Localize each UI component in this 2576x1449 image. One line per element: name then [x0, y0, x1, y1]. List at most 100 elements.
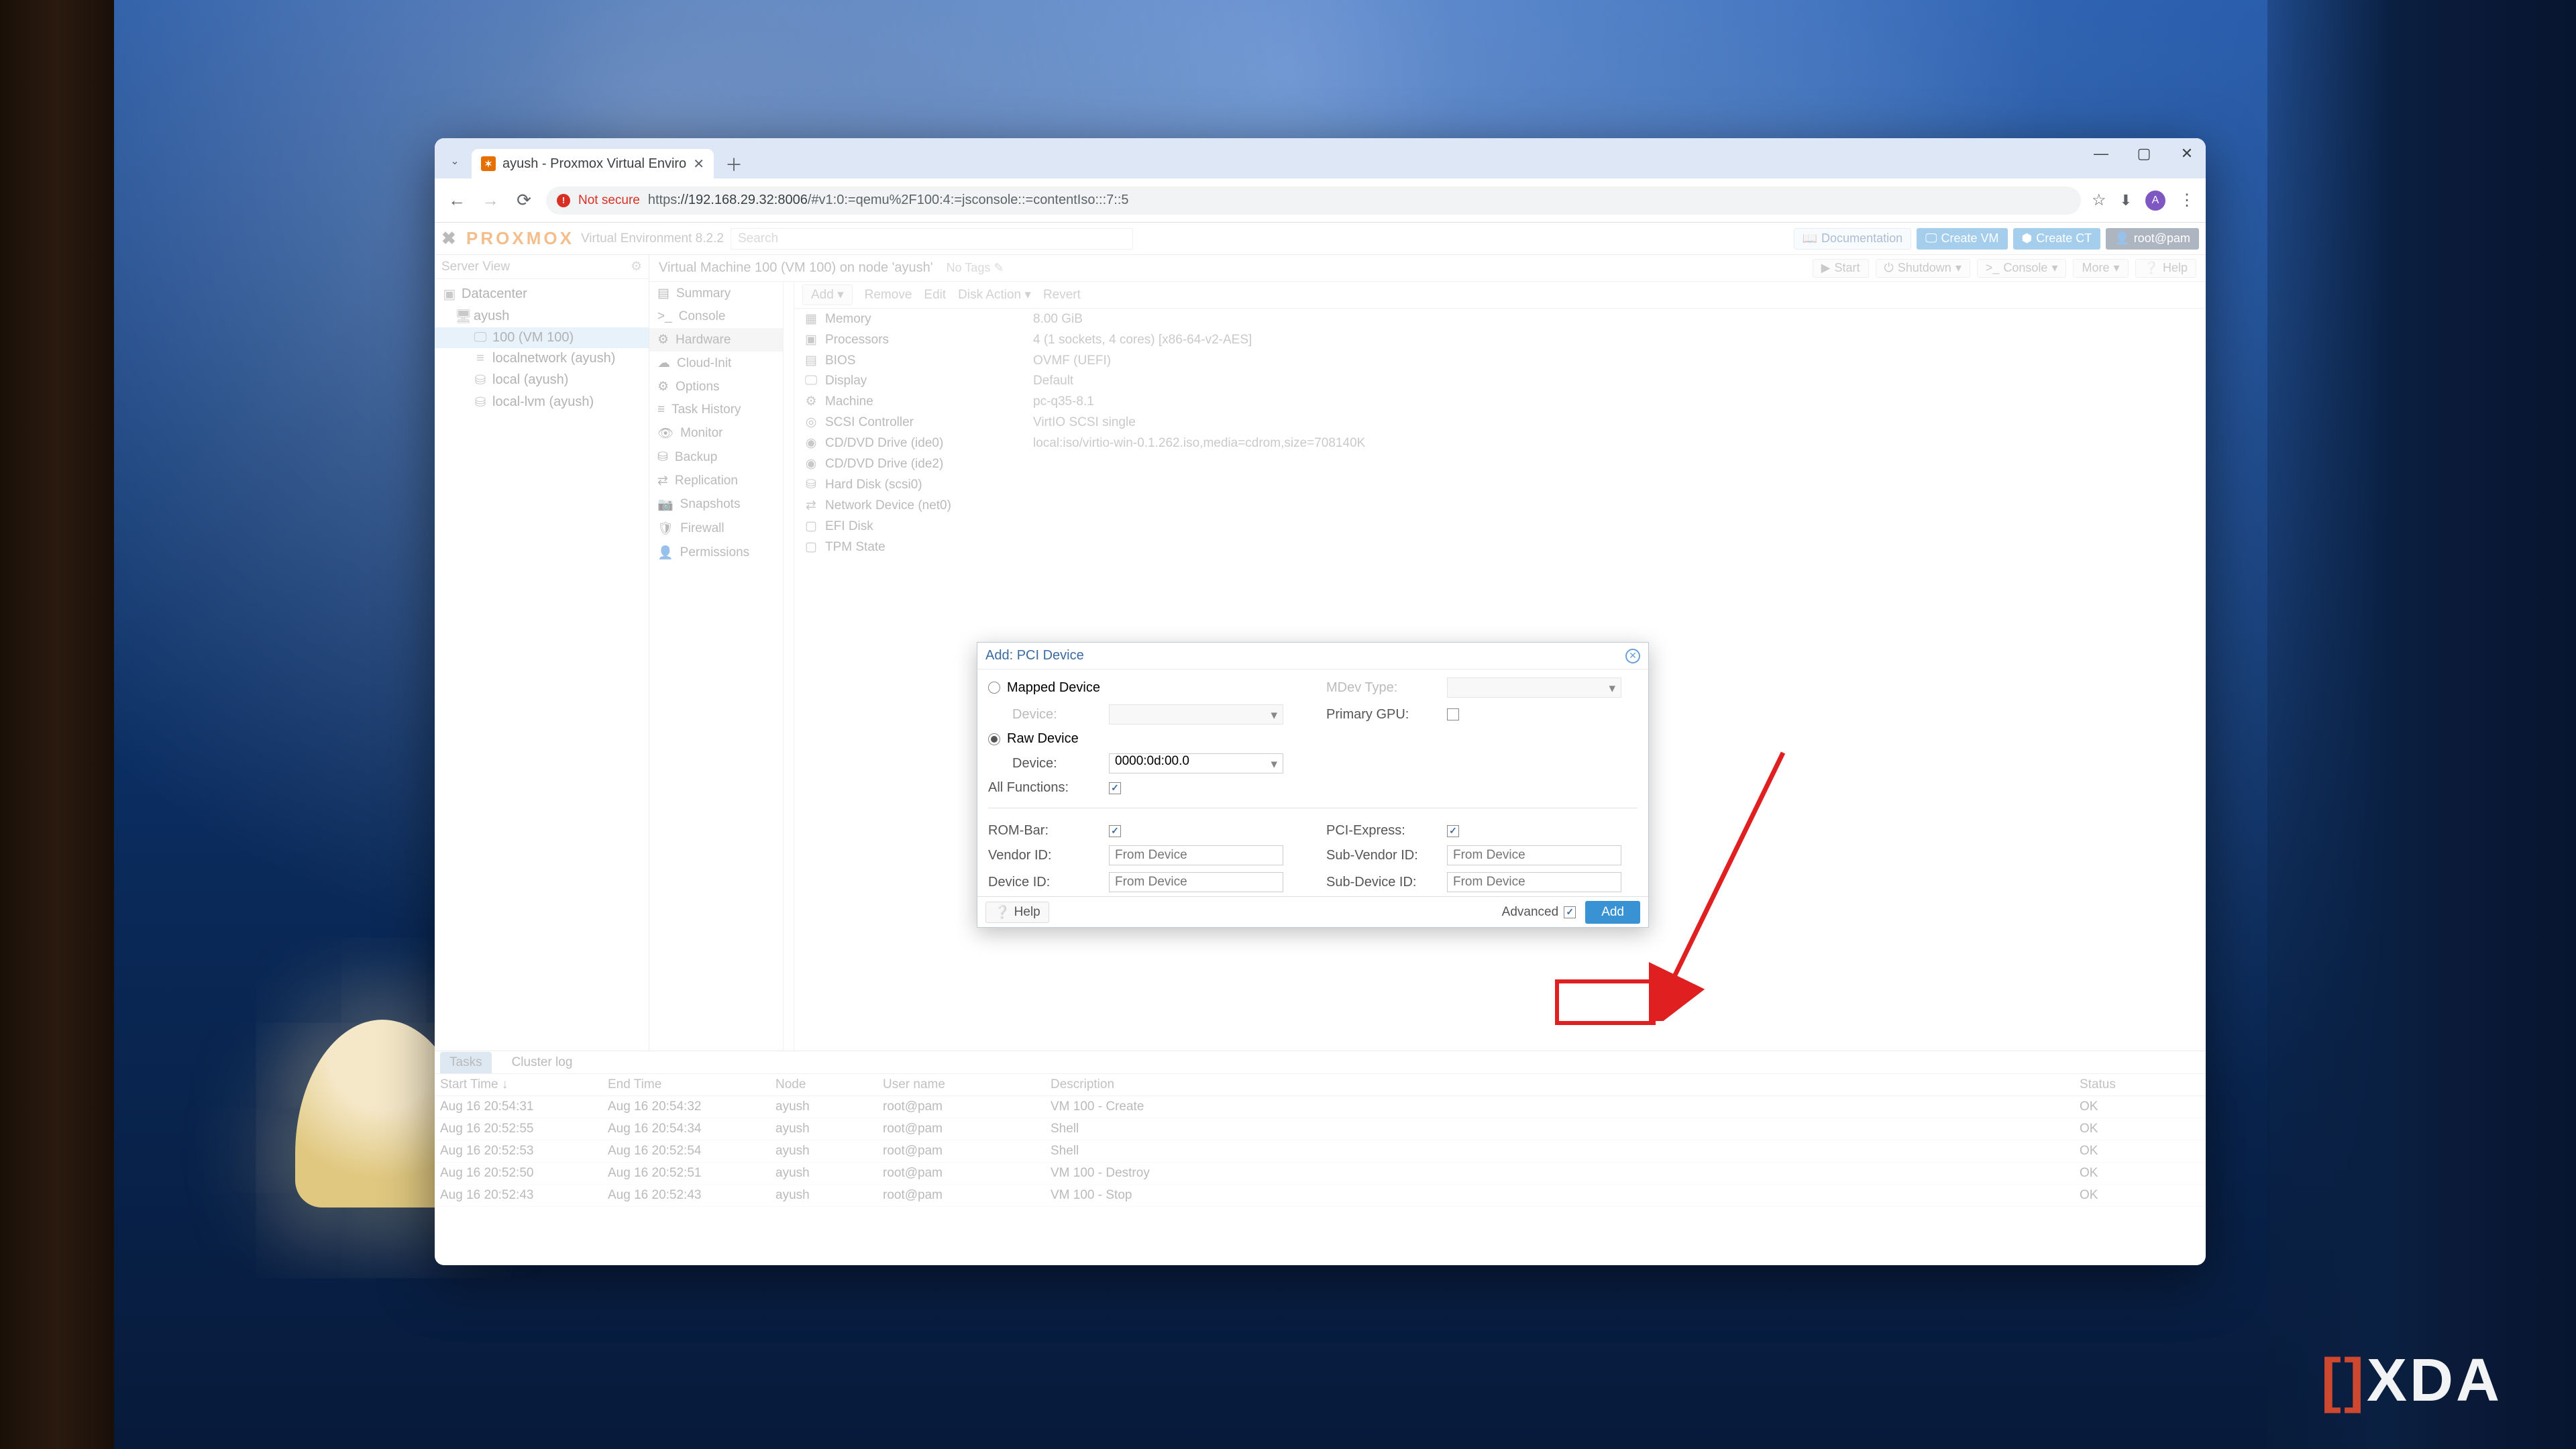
- tab-close-icon[interactable]: ✕: [693, 156, 704, 172]
- col-status[interactable]: Status: [2080, 1077, 2200, 1092]
- documentation-button[interactable]: 📖 Documentation: [1794, 228, 1912, 250]
- modal-title: Add: PCI Device: [985, 648, 1084, 663]
- server-view-label[interactable]: Server View: [441, 260, 510, 274]
- create-vm-button[interactable]: 🖵 Create VM: [1917, 228, 2007, 250]
- proxmox-search-input[interactable]: Search: [731, 228, 1133, 250]
- browser-menu-icon[interactable]: ⋮: [2179, 191, 2195, 210]
- hardware-row-icon: ▢: [804, 519, 818, 534]
- nav2-cloud-init[interactable]: ☁Cloud-Init: [649, 352, 783, 375]
- hardware-edit-button[interactable]: Edit: [924, 288, 946, 303]
- raw-device-radio[interactable]: [988, 733, 1000, 745]
- col-end-time[interactable]: End Time: [608, 1077, 775, 1092]
- nav2-icon: ⇄: [657, 473, 668, 488]
- hardware-row-icon: ◎: [804, 415, 818, 430]
- hardware-row[interactable]: ▦Memory8.00 GiB: [794, 309, 2206, 329]
- no-tags-label[interactable]: No Tags ✎: [947, 261, 1004, 275]
- nav2-firewall[interactable]: 🛡Firewall: [649, 517, 783, 541]
- hardware-row[interactable]: ⛁Hard Disk (scsi0): [794, 474, 2206, 495]
- modal-help-button[interactable]: ❔ Help: [985, 902, 1049, 923]
- vm-help-button[interactable]: ❔ Help: [2135, 259, 2196, 278]
- window-close-button[interactable]: ✕: [2178, 145, 2196, 162]
- vm-start-button[interactable]: ▶ Start: [1813, 259, 1869, 278]
- browser-window: ⌄ ✶ ayush - Proxmox Virtual Enviro ✕ ＋ —…: [435, 138, 2206, 1265]
- browser-tab[interactable]: ✶ ayush - Proxmox Virtual Enviro ✕: [472, 149, 714, 178]
- nav-back-button[interactable]: ←: [445, 189, 468, 212]
- hardware-row[interactable]: ▣Processors4 (1 sockets, 4 cores) [x86-6…: [794, 329, 2206, 350]
- hardware-row[interactable]: 🖵DisplayDefault: [794, 371, 2206, 391]
- hardware-revert-button[interactable]: Revert: [1043, 288, 1081, 303]
- rom-bar-checkbox[interactable]: [1109, 825, 1121, 837]
- hardware-row[interactable]: ◎SCSI ControllerVirtIO SCSI single: [794, 412, 2206, 433]
- all-functions-checkbox[interactable]: [1109, 782, 1121, 794]
- task-row[interactable]: Aug 16 20:52:43Aug 16 20:52:43ayushroot@…: [435, 1185, 2206, 1207]
- pci-express-checkbox[interactable]: [1447, 825, 1459, 837]
- hardware-row[interactable]: ▢EFI Disk: [794, 516, 2206, 537]
- tree-localnetwork[interactable]: ≡localnetwork (ayush): [435, 348, 649, 369]
- sub-vendor-id-input[interactable]: [1447, 845, 1621, 865]
- hardware-row[interactable]: ◉CD/DVD Drive (ide0)local:iso/virtio-win…: [794, 433, 2206, 453]
- vm-more-button[interactable]: More ▾: [2073, 259, 2128, 278]
- hardware-row[interactable]: ▤BIOSOVMF (UEFI): [794, 350, 2206, 371]
- nav2-replication[interactable]: ⇄Replication: [649, 469, 783, 492]
- hardware-add-button[interactable]: Add ▾: [802, 284, 853, 305]
- tree-datacenter[interactable]: ▣Datacenter: [435, 283, 649, 305]
- nav-reload-button[interactable]: ⟳: [513, 189, 535, 212]
- tree-node-ayush[interactable]: 🖥ayush: [435, 305, 649, 327]
- task-row[interactable]: Aug 16 20:52:55Aug 16 20:54:34ayushroot@…: [435, 1118, 2206, 1140]
- nav2-backup[interactable]: ⛁Backup: [649, 445, 783, 469]
- window-maximize-button[interactable]: ▢: [2135, 145, 2153, 162]
- col-node[interactable]: Node: [775, 1077, 883, 1092]
- server-view-settings-icon[interactable]: ⚙: [631, 259, 642, 274]
- modal-close-button[interactable]: ✕: [1625, 649, 1640, 663]
- raw-device-combo[interactable]: 0000:0d:00.0: [1109, 753, 1283, 773]
- sub-device-id-input[interactable]: [1447, 872, 1621, 892]
- bookmark-star-icon[interactable]: ☆: [2092, 191, 2106, 210]
- new-tab-button[interactable]: ＋: [722, 152, 746, 176]
- nav2-hardware[interactable]: ⚙Hardware: [649, 328, 783, 352]
- user-menu-button[interactable]: 👤 root@pam: [2106, 228, 2199, 250]
- col-description[interactable]: Description: [1051, 1077, 2080, 1092]
- hardware-key: Network Device (net0): [825, 498, 1026, 513]
- hardware-row[interactable]: ⚙Machinepc-q35-8.1: [794, 391, 2206, 412]
- nav2-summary[interactable]: ▤Summary: [649, 282, 783, 305]
- advanced-toggle[interactable]: Advanced: [1502, 905, 1576, 920]
- tree-local-storage[interactable]: ⛁local (ayush): [435, 369, 649, 391]
- nav2-snapshots[interactable]: 📷Snapshots: [649, 492, 783, 517]
- vm-console-button[interactable]: >_ Console ▾: [1977, 259, 2067, 278]
- hardware-disk-action-button[interactable]: Disk Action ▾: [958, 287, 1031, 303]
- hardware-row[interactable]: ◉CD/DVD Drive (ide2): [794, 453, 2206, 474]
- hardware-row[interactable]: ⇄Network Device (net0): [794, 495, 2206, 516]
- vm-shutdown-button[interactable]: ⏻ Shutdown ▾: [1876, 259, 1970, 278]
- nav2-console[interactable]: >_Console: [649, 305, 783, 328]
- task-row[interactable]: Aug 16 20:54:31Aug 16 20:54:32ayushroot@…: [435, 1096, 2206, 1118]
- omnibox[interactable]: ! Not secure https://192.168.29.32:8006/…: [546, 186, 2081, 215]
- col-start-time[interactable]: Start Time ↓: [440, 1077, 608, 1092]
- nav2-permissions[interactable]: 👤Permissions: [649, 541, 783, 565]
- task-row[interactable]: Aug 16 20:52:53Aug 16 20:52:54ayushroot@…: [435, 1140, 2206, 1163]
- profile-avatar[interactable]: A: [2145, 191, 2165, 211]
- create-ct-button[interactable]: ⬢ Create CT: [2013, 228, 2101, 250]
- device-id-input[interactable]: [1109, 872, 1283, 892]
- nav2-monitor[interactable]: 👁Monitor: [649, 421, 783, 445]
- downloads-icon[interactable]: ⬇: [2120, 192, 2132, 209]
- nav2-options[interactable]: ⚙Options: [649, 375, 783, 398]
- tasks-tab[interactable]: Tasks: [440, 1052, 492, 1073]
- primary-gpu-checkbox[interactable]: [1447, 708, 1459, 720]
- cluster-log-tab[interactable]: Cluster log: [502, 1052, 582, 1073]
- window-minimize-button[interactable]: —: [2092, 145, 2110, 162]
- vendor-id-input[interactable]: [1109, 845, 1283, 865]
- col-user[interactable]: User name: [883, 1077, 1051, 1092]
- hardware-row[interactable]: ▢TPM State: [794, 537, 2206, 557]
- nav2-task-history[interactable]: ≡Task History: [649, 398, 783, 421]
- modal-add-button[interactable]: Add: [1585, 901, 1640, 924]
- mapped-device-radio[interactable]: [988, 682, 1000, 694]
- hardware-value: 4 (1 sockets, 4 cores) [x86-64-v2-AES]: [1033, 333, 2196, 347]
- pci-express-label: PCI-Express:: [1326, 823, 1440, 839]
- tree-vm-100[interactable]: 🖵100 (VM 100): [435, 327, 649, 348]
- task-row[interactable]: Aug 16 20:52:50Aug 16 20:52:51ayushroot@…: [435, 1163, 2206, 1185]
- hardware-remove-button[interactable]: Remove: [865, 288, 912, 303]
- tree-local-lvm-storage[interactable]: ⛁local-lvm (ayush): [435, 391, 649, 413]
- nav-forward-button[interactable]: →: [479, 189, 502, 212]
- restore-down-hint-icon: ⌄: [448, 154, 462, 168]
- hardware-key: Memory: [825, 312, 1026, 327]
